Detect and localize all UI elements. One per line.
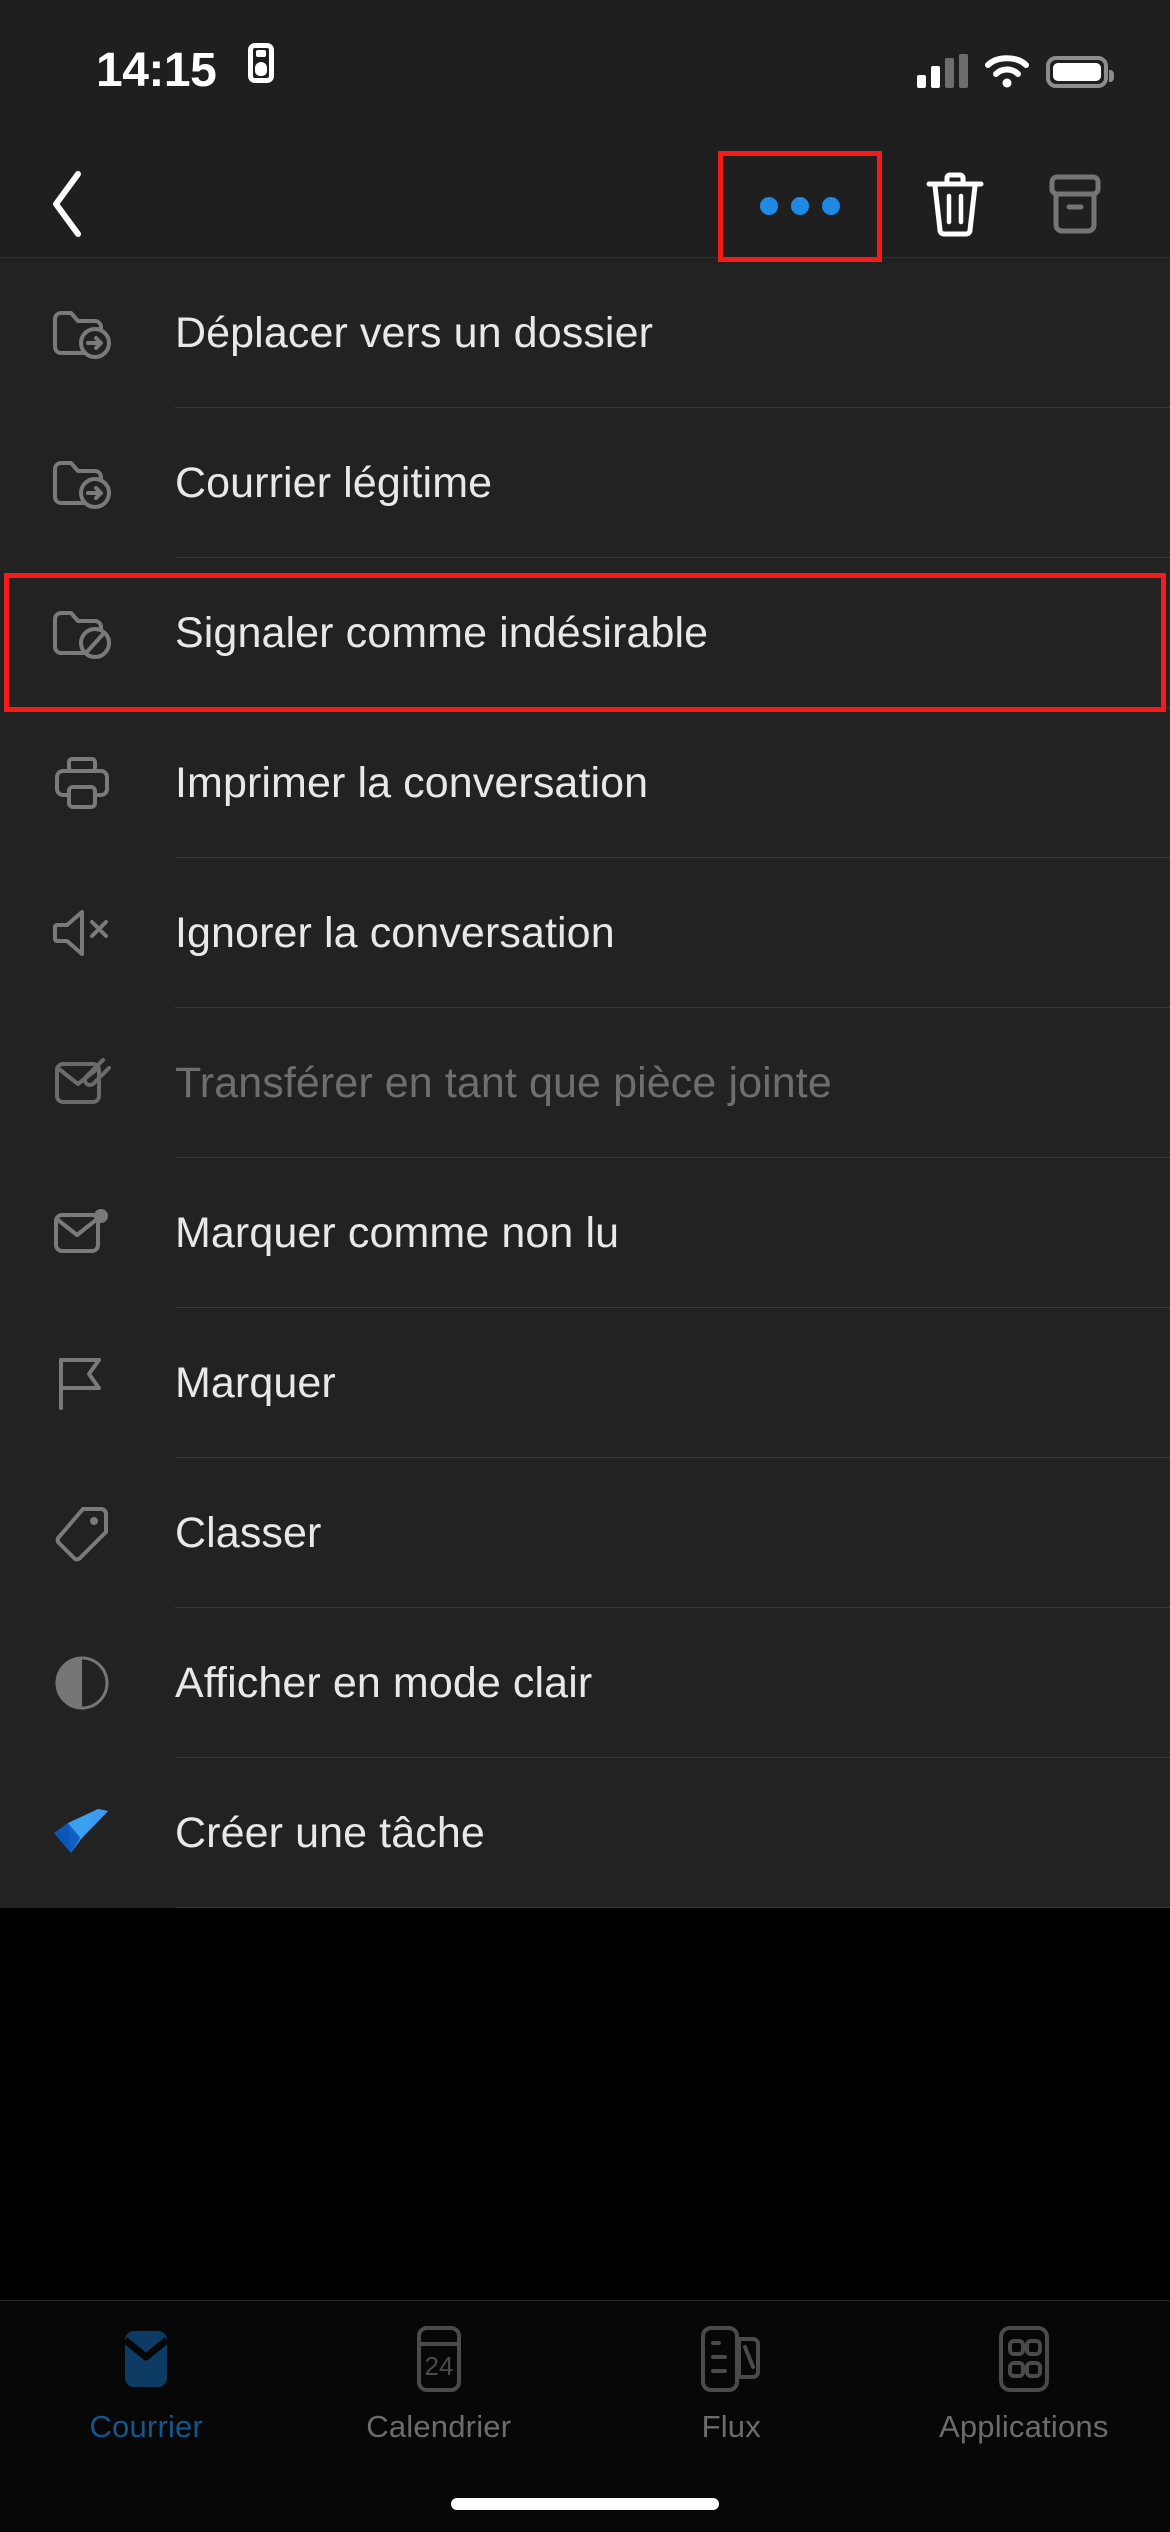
menu-item-categorize[interactable]: Classer bbox=[0, 1458, 1170, 1608]
chevron-left-icon bbox=[53, 171, 81, 237]
feed-icon bbox=[695, 2323, 767, 2395]
menu-item-label: Créer une tâche bbox=[175, 1808, 485, 1857]
svg-text:24: 24 bbox=[424, 2351, 453, 2381]
tab-label: Applications bbox=[938, 2409, 1109, 2444]
menu-item-ignore-conversation[interactable]: Ignorer la conversation bbox=[0, 858, 1170, 1008]
more-options-button[interactable] bbox=[718, 151, 882, 261]
menu-item-label: Déplacer vers un dossier bbox=[175, 308, 654, 357]
battery-full-icon bbox=[1046, 56, 1114, 88]
more-options-icon bbox=[760, 197, 840, 215]
archive-button[interactable] bbox=[1020, 150, 1130, 258]
status-bar: 14:15 bbox=[0, 0, 1170, 150]
printer-icon bbox=[48, 749, 116, 817]
wifi-icon bbox=[985, 55, 1029, 88]
menu-item-print-conversation[interactable]: Imprimer la conversation bbox=[0, 708, 1170, 858]
id-badge-icon bbox=[248, 43, 274, 83]
menu-item-label: Marquer comme non lu bbox=[175, 1208, 620, 1257]
menu-item-label: Transférer en tant que pièce jointe bbox=[175, 1058, 832, 1107]
menu-item-label: Marquer bbox=[175, 1358, 336, 1407]
folder-move-icon bbox=[48, 299, 116, 367]
tab-label: Flux bbox=[701, 2409, 761, 2444]
trash-icon bbox=[926, 172, 984, 237]
back-button[interactable] bbox=[20, 150, 116, 258]
contrast-circle-icon bbox=[48, 1649, 116, 1717]
calendar-24-icon: 24 bbox=[403, 2323, 475, 2395]
folder-block-icon bbox=[48, 599, 116, 667]
overflow-menu: Déplacer vers un dossier Courrier légiti… bbox=[0, 258, 1170, 1908]
todo-check-icon bbox=[48, 1799, 116, 1867]
tab-label: Courrier bbox=[89, 2409, 204, 2444]
bottom-tab-bar: Courrier 24 Calendrier Flux Applications bbox=[0, 2300, 1170, 2532]
menu-divider bbox=[175, 1907, 1170, 1908]
tab-label: Calendrier bbox=[366, 2409, 512, 2444]
home-indicator[interactable] bbox=[451, 2498, 719, 2510]
tab-applications[interactable]: Applications bbox=[878, 2323, 1170, 2445]
folder-move-icon bbox=[48, 449, 116, 517]
top-toolbar bbox=[0, 150, 1170, 258]
tab-flux[interactable]: Flux bbox=[585, 2323, 878, 2445]
menu-item-move-to-folder[interactable]: Déplacer vers un dossier bbox=[0, 258, 1170, 408]
menu-item-label: Classer bbox=[175, 1508, 322, 1557]
cellular-signal-icon bbox=[917, 54, 968, 88]
flag-icon bbox=[48, 1349, 116, 1417]
tab-calendrier[interactable]: 24 Calendrier bbox=[293, 2323, 586, 2445]
envelope-attachment-icon bbox=[48, 1049, 116, 1117]
speaker-mute-icon bbox=[48, 899, 116, 967]
tab-courrier[interactable]: Courrier bbox=[0, 2323, 293, 2445]
mail-icon bbox=[110, 2323, 182, 2395]
status-time: 14:15 bbox=[96, 44, 217, 97]
status-indicators bbox=[917, 40, 1114, 88]
phone-screen: 14:15 Déplacer vers un dossier Courrier … bbox=[0, 0, 1170, 2532]
menu-item-report-junk[interactable]: Signaler comme indésirable bbox=[0, 558, 1170, 708]
tag-icon bbox=[48, 1499, 116, 1567]
menu-item-not-junk[interactable]: Courrier légitime bbox=[0, 408, 1170, 558]
menu-item-label: Afficher en mode clair bbox=[175, 1658, 593, 1707]
menu-item-mark-unread[interactable]: Marquer comme non lu bbox=[0, 1158, 1170, 1308]
apps-grid-icon bbox=[988, 2323, 1060, 2395]
menu-item-label: Ignorer la conversation bbox=[175, 908, 615, 957]
menu-item-label: Signaler comme indésirable bbox=[175, 608, 709, 657]
delete-button[interactable] bbox=[900, 150, 1010, 258]
menu-item-label: Imprimer la conversation bbox=[175, 758, 649, 807]
menu-item-flag[interactable]: Marquer bbox=[0, 1308, 1170, 1458]
archive-box-icon bbox=[1049, 174, 1101, 234]
menu-item-label: Courrier légitime bbox=[175, 458, 493, 507]
menu-item-light-mode[interactable]: Afficher en mode clair bbox=[0, 1608, 1170, 1758]
envelope-unread-icon bbox=[48, 1199, 116, 1267]
menu-item-create-task[interactable]: Créer une tâche bbox=[0, 1758, 1170, 1908]
menu-item-forward-as-attachment: Transférer en tant que pièce jointe bbox=[0, 1008, 1170, 1158]
